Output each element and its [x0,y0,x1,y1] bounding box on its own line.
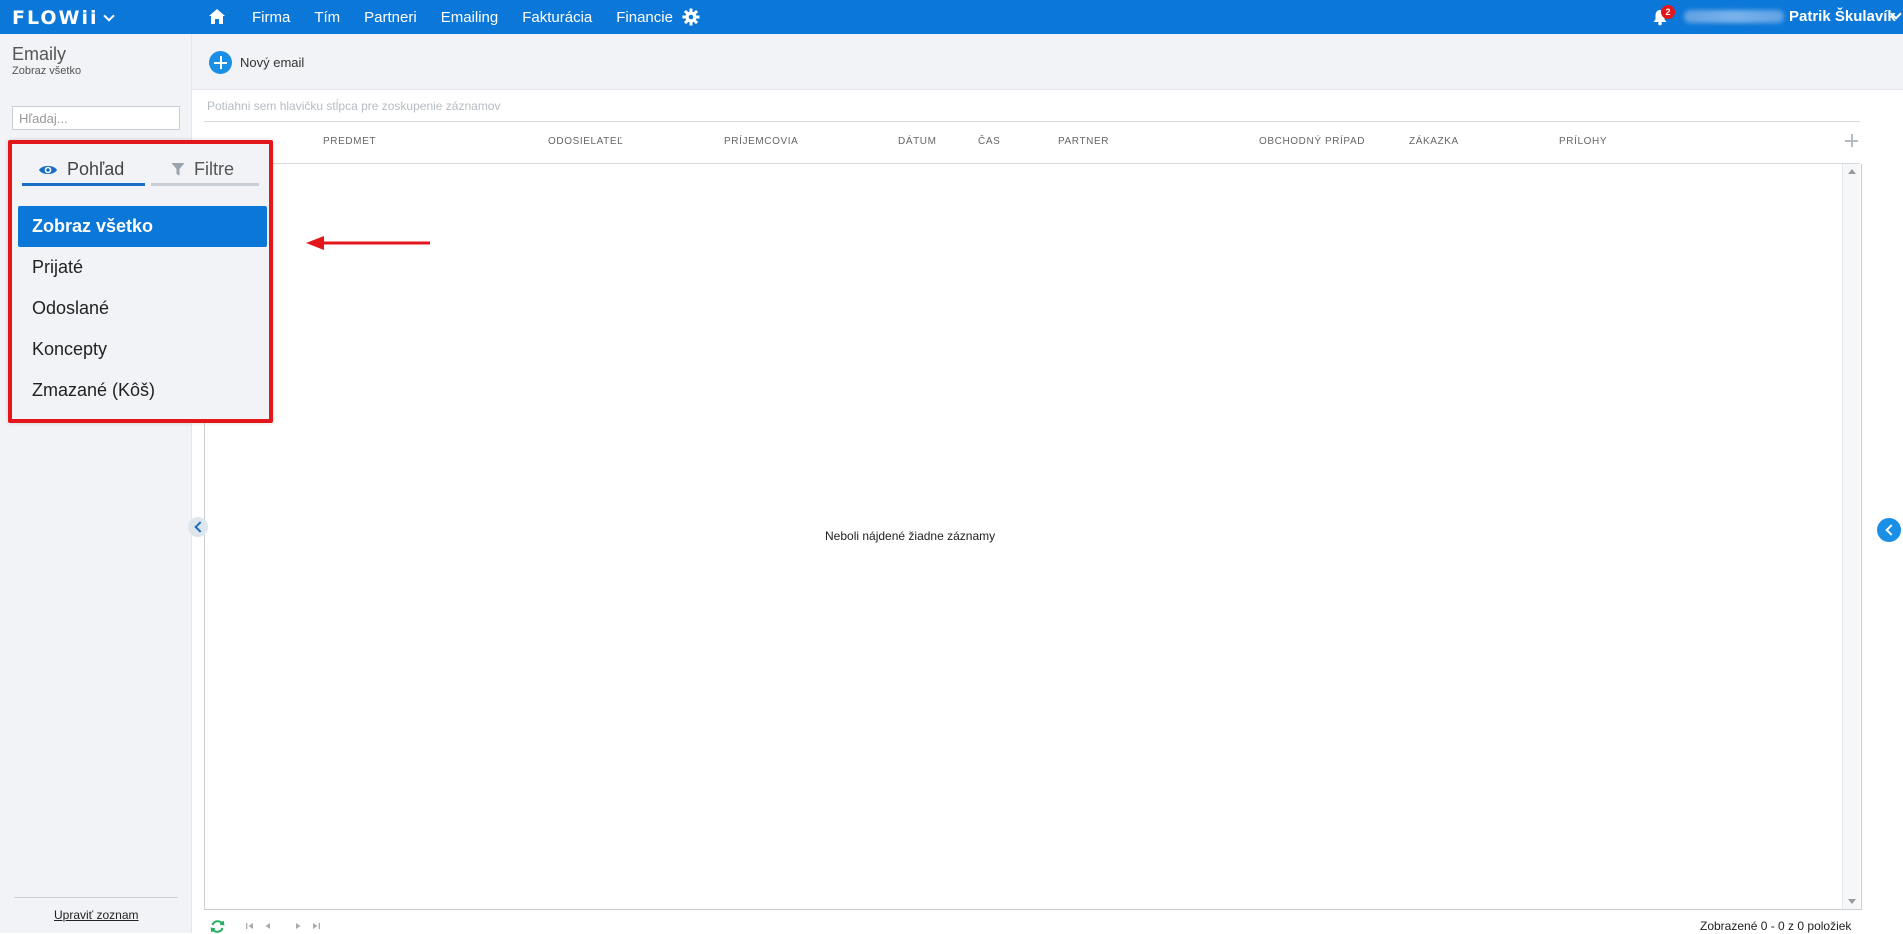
top-navigation-bar: FLOWii Firma Tím Partneri Emailing Faktu… [0,0,1903,34]
nav-item-fakturacia[interactable]: Fakturácia [522,9,592,26]
vertical-scrollbar[interactable] [1842,164,1860,909]
column-header-prijemcovia[interactable]: PRÍJEMCOVIA [724,136,798,147]
page-title: Emaily [12,44,67,64]
main-nav: Firma Tím Partneri Emailing Fakturácia F… [252,0,697,34]
annotation-arrow [306,236,430,250]
tab-filters-label: Filtre [194,159,234,179]
chevron-down-icon [102,9,115,22]
scroll-down-icon[interactable] [1848,899,1856,904]
logo-text: FLOWii [12,7,99,29]
flowii-logo[interactable]: FLOWii [12,7,115,29]
grid-body [204,164,1862,910]
empty-message: Neboli nájdené žiadne záznamy [825,529,996,543]
new-email-button[interactable]: Nový email [209,51,304,74]
home-icon[interactable] [208,8,226,25]
column-header-prilohy[interactable]: PRÍLOHY [1559,136,1607,147]
gear-icon[interactable] [682,8,700,26]
group-by-hint[interactable]: Potiahni sem hlavičku stĺpca pre zoskupe… [207,99,500,113]
divider [14,897,178,898]
eye-icon [39,165,57,174]
nav-item-firma[interactable]: Firma [252,9,290,26]
column-header-datum[interactable]: DÁTUM [898,136,937,147]
column-header-obchodny-pripad[interactable]: OBCHODNÝ PRÍPAD [1259,136,1365,147]
search-input[interactable] [12,106,180,130]
column-header-partner[interactable]: PARTNER [1058,136,1109,147]
column-header-odosielatel[interactable]: ODOSIELATEĽ [548,136,623,147]
next-page-icon[interactable] [293,921,303,931]
filter-icon [171,163,185,176]
tab-filters[interactable]: Filtre [151,156,259,186]
nav-item-financie[interactable]: Financie [616,9,673,26]
nav-item-tim[interactable]: Tím [314,9,340,26]
toolbar [192,34,1903,90]
view-menu: Zobraz všetko Prijaté Odoslané Koncepty … [18,206,267,411]
expand-right-panel-button[interactable] [1877,518,1901,542]
view-item-received[interactable]: Prijaté [18,247,267,288]
column-header-predmet[interactable]: PREDMET [323,136,376,147]
scroll-up-icon[interactable] [1848,169,1856,174]
view-item-drafts[interactable]: Koncepty [18,329,267,370]
grid-header [204,122,1860,164]
page-subtitle: Zobraz všetko [12,65,82,77]
refresh-icon[interactable] [210,919,225,934]
nav-item-partneri[interactable]: Partneri [364,9,417,26]
view-item-all[interactable]: Zobraz všetko [18,206,267,247]
collapse-left-panel-button[interactable] [188,517,208,537]
view-item-deleted[interactable]: Zmazané (Kôš) [18,370,267,411]
tab-view-label: Pohľad [67,159,125,179]
view-item-sent[interactable]: Odoslané [18,288,267,329]
column-header-zakazka[interactable]: ZÁKAZKA [1409,136,1459,147]
plus-circle-icon [209,51,232,74]
view-popup: Pohľad Filtre Zobraz všetko Prijaté Odos… [8,140,273,423]
first-page-icon[interactable] [245,921,255,931]
nav-item-emailing[interactable]: Emailing [441,9,499,26]
add-column-icon[interactable] [1845,134,1858,147]
pager [210,918,321,934]
user-name[interactable]: Patrik Škulavík [1789,8,1896,25]
item-count: Zobrazené 0 - 0 z 0 položiek [1700,919,1852,933]
tab-view[interactable]: Pohľad [22,156,145,186]
last-page-icon[interactable] [311,921,321,931]
new-email-label: Nový email [240,55,305,70]
notification-badge: 2 [1661,5,1675,19]
edit-list-link[interactable]: Upraviť zoznam [54,908,139,922]
blurred-company-name [1684,10,1784,23]
column-header-cas[interactable]: ČAS [978,136,1000,147]
prev-page-icon[interactable] [263,921,273,931]
